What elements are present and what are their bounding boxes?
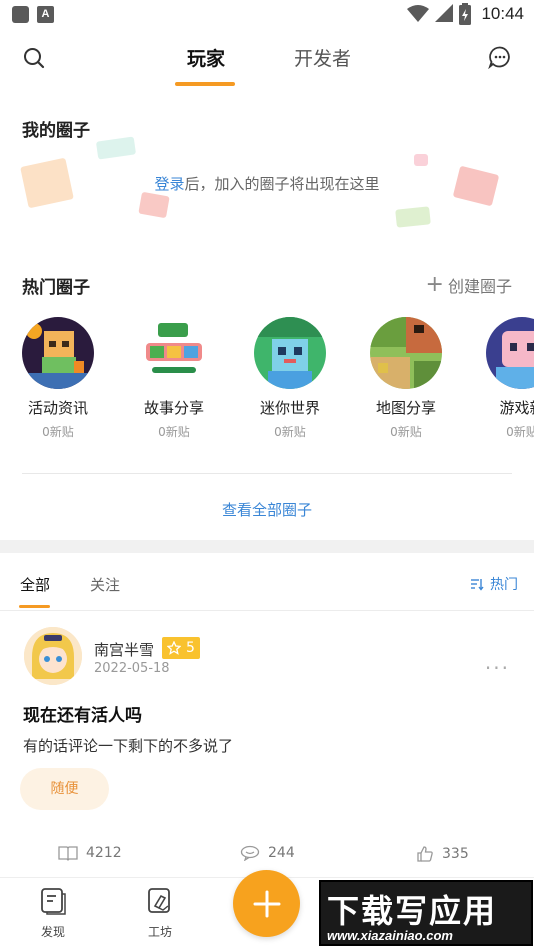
font-a-icon: A	[37, 6, 54, 23]
decor-cube	[395, 206, 431, 228]
workshop-icon	[148, 888, 170, 913]
plus-icon	[253, 890, 280, 917]
avatar[interactable]	[24, 627, 82, 685]
comments-count: 244	[268, 845, 295, 861]
tab-indicator	[175, 82, 235, 86]
circle-name: 地图分享	[375, 399, 436, 417]
login-hint: 登录后，加入的圈子将出现在这里	[0, 173, 534, 194]
circle-count: 0新贴	[158, 425, 190, 439]
hot-circles-list: 活动资讯 0新贴 故事分享 0新贴 迷你世界 0新贴 地图分享 0新贴 游戏 0…	[0, 317, 534, 447]
comments-stat[interactable]: 244	[240, 845, 295, 861]
signal-icon	[435, 4, 454, 22]
tab-developers[interactable]: 开发者	[294, 44, 351, 71]
message-icon[interactable]	[488, 45, 512, 69]
sort-label: 热门	[490, 577, 518, 593]
circle-avatar-maps	[370, 317, 442, 389]
circle-count: 0新贴	[274, 425, 306, 439]
my-circles-title: 我的圈子	[22, 121, 90, 141]
login-link[interactable]: 登录	[154, 175, 184, 193]
divider	[22, 473, 512, 474]
level-badge: 5	[162, 637, 200, 659]
circle-item-stories[interactable]: 故事分享 0新贴	[116, 317, 232, 440]
decor-cube	[414, 154, 428, 166]
circle-item-miniworld[interactable]: 迷你世界 0新贴	[232, 317, 348, 440]
status-bar: A 10:44	[0, 0, 534, 30]
plus-icon: +	[425, 272, 444, 297]
login-hint-text: 后，加入的圈子将出现在这里	[184, 175, 380, 193]
circle-count: 0新贴	[390, 425, 422, 439]
post-body[interactable]: 有的话评论一下剩下的不多说了	[23, 735, 233, 756]
likes-count: 335	[442, 846, 469, 862]
thumbs-up-icon	[417, 846, 433, 862]
discover-icon	[41, 888, 66, 915]
post-author[interactable]: 南宫半雪	[94, 639, 154, 660]
battery-icon	[459, 3, 472, 25]
circle-item-game-news[interactable]: 游戏新 0新贴	[464, 317, 534, 440]
circle-name: 故事分享	[143, 399, 204, 417]
square-icon	[12, 6, 29, 23]
create-circle-label: 创建圈子	[447, 277, 512, 296]
create-post-button[interactable]	[233, 870, 300, 937]
tab-players[interactable]: 玩家	[187, 44, 225, 71]
star-icon	[167, 641, 181, 655]
wifi-icon	[407, 5, 430, 22]
watermark-url: www.xiazainiao.com	[327, 928, 453, 943]
circle-avatar-news	[22, 317, 94, 389]
hot-circles-title: 热门圈子	[22, 278, 90, 298]
decor-cube	[95, 136, 137, 160]
feed-tab-indicator	[19, 605, 50, 608]
comment-icon	[240, 845, 260, 861]
my-circles-section: 我的圈子 登录后，加入的圈子将出现在这里	[0, 90, 534, 245]
decor-cube	[138, 191, 170, 219]
circle-name: 活动资讯	[27, 399, 88, 417]
tab-following[interactable]: 关注	[90, 574, 120, 595]
circle-count: 0新贴	[506, 425, 534, 439]
nav-workshop[interactable]: 工坊	[130, 886, 190, 940]
feed-tabs: 全部 关注 热门	[0, 553, 534, 611]
clock: 10:44	[481, 4, 524, 23]
sort-icon	[471, 579, 484, 591]
circle-name: 游戏新	[499, 399, 534, 417]
circle-count: 0新贴	[42, 425, 74, 439]
sort-hot-button[interactable]: 热门	[470, 574, 518, 594]
level-value: 5	[186, 640, 195, 656]
hot-circles-section: 热门圈子 + 创建圈子 活动资讯 0新贴 故事分享 0新贴 迷你世界 0新贴 地…	[0, 245, 534, 540]
nav-discover-label: 发现	[40, 925, 65, 939]
circle-item-maps[interactable]: 地图分享 0新贴	[348, 317, 464, 440]
circle-name: 迷你世界	[259, 399, 320, 417]
circle-avatar-stories	[138, 317, 210, 389]
nav-workshop-label: 工坊	[147, 925, 172, 939]
tab-all[interactable]: 全部	[20, 574, 50, 595]
post-date: 2022-05-18	[94, 661, 170, 676]
circle-avatar-miniworld	[254, 317, 326, 389]
create-circle-button[interactable]: + 创建圈子	[426, 273, 512, 297]
view-all-circles-link[interactable]: 查看全部圈子	[0, 499, 534, 520]
post-tag[interactable]: 随便	[20, 768, 109, 810]
likes-stat[interactable]: 335	[416, 845, 469, 863]
circle-item-news[interactable]: 活动资讯 0新贴	[0, 317, 116, 440]
top-header: 玩家 开发者	[0, 30, 534, 90]
nav-discover[interactable]: 发现	[23, 886, 83, 940]
views-stat: 4212	[58, 845, 122, 861]
watermark-title: 下载写应用	[327, 892, 498, 930]
watermark: 下载写应用 www.xiazainiao.com	[319, 880, 533, 946]
circle-avatar-game-news	[486, 317, 534, 389]
post-title[interactable]: 现在还有活人吗	[23, 701, 142, 726]
views-count: 4212	[86, 845, 122, 861]
book-icon	[58, 846, 78, 861]
more-icon[interactable]: ···	[485, 658, 510, 678]
search-icon[interactable]	[22, 46, 46, 70]
